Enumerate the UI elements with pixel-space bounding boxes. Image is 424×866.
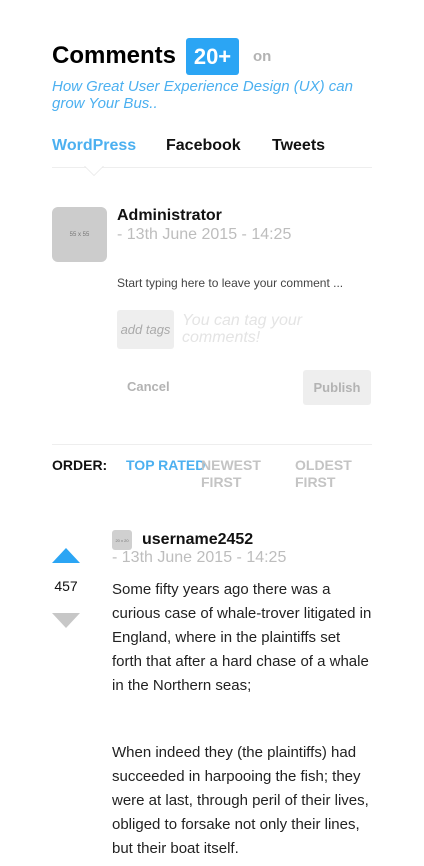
order-label: ORDER: [52, 457, 108, 473]
vote-count: 457 [54, 578, 78, 594]
comment-paragraph: Some fifty years ago there was a curious… [112, 581, 372, 694]
on-label: on [253, 48, 272, 65]
source-tabs: WordPress Facebook Tweets [52, 137, 372, 168]
cancel-button[interactable]: Cancel [127, 379, 170, 394]
tab-facebook[interactable]: Facebook [166, 137, 241, 155]
comment-paragraph: When indeed they (the plaintiffs) had su… [112, 744, 369, 857]
order-top-rated[interactable]: TOP RATED [126, 457, 206, 474]
upvote-icon[interactable] [52, 548, 80, 563]
tab-tweets[interactable]: Tweets [272, 137, 325, 155]
order-oldest-first[interactable]: OLDEST FIRST [295, 457, 375, 491]
order-newest-first[interactable]: NEWEST FIRST [201, 457, 281, 491]
comment-date: - 13th June 2015 - 14:25 [112, 549, 287, 566]
section-divider [52, 444, 372, 445]
commenter-username[interactable]: username2452 [142, 531, 253, 549]
avatar-placeholder-text: 20 x 20 [115, 537, 129, 543]
current-user-avatar: 55 x 55 [52, 207, 107, 262]
article-title-link[interactable]: How Great User Experience Design (UX) ca… [52, 78, 372, 112]
tab-wordpress[interactable]: WordPress [52, 137, 136, 155]
comment-input[interactable] [117, 274, 372, 292]
commenter-avatar: 20 x 20 [112, 530, 132, 550]
downvote-icon[interactable] [52, 613, 80, 628]
composer-author-name: Administrator [117, 207, 222, 224]
tag-hint-text: You can tag your comments! [182, 312, 303, 346]
composer-date: - 13th June 2015 - 14:25 [117, 226, 292, 243]
avatar-placeholder-text: 55 x 55 [69, 231, 90, 238]
page-title: Comments [52, 42, 177, 69]
add-tags-button[interactable]: add tags [117, 310, 174, 349]
comment-count-badge: 20+ [186, 38, 239, 75]
active-tab-pointer-inner [85, 166, 103, 175]
publish-button[interactable]: Publish [303, 370, 371, 405]
